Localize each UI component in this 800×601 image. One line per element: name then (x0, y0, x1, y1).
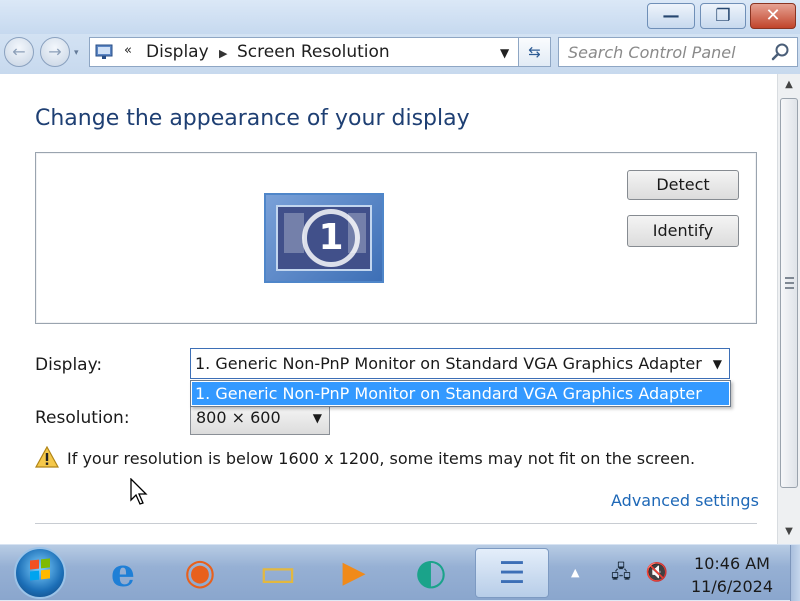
taskbar-firefox[interactable]: ◉ (167, 548, 233, 598)
volume-muted-icon[interactable]: 🔇 (643, 560, 671, 586)
maximize-button[interactable]: ❐ (700, 3, 746, 29)
media-player-icon: ▶ (342, 555, 366, 590)
refresh-button[interactable]: ⇆ (519, 37, 551, 67)
taskbar: e ◉ ▭ ▶ ◐ ☰ ▲ 🖧 🔇 10:46 AM 11/6/2024 (0, 544, 800, 601)
page-title: Change the appearance of your display (35, 106, 470, 131)
breadcrumb-display[interactable]: Display (146, 42, 209, 62)
clock-time[interactable]: 10:46 AM (684, 554, 780, 573)
control-panel-window: — ❐ ✕ ← → ▾ « Display ▶ Screen Resolutio… (0, 0, 800, 544)
search-box[interactable] (558, 37, 798, 67)
close-icon: ✕ (765, 5, 781, 26)
firefox-icon: ◉ (184, 552, 216, 593)
forward-arrow-icon: → (48, 42, 62, 61)
taskbar-windows-explorer[interactable]: ▭ (245, 548, 311, 598)
scroll-thumb[interactable] (780, 98, 798, 488)
display-option[interactable]: 1. Generic Non-PnP Monitor on Standard V… (192, 382, 729, 405)
maximize-icon: ❐ (715, 6, 731, 26)
chevron-down-icon: ▼ (312, 411, 322, 425)
taskbar-control-panel[interactable]: ☰ (475, 548, 549, 598)
show-hidden-icons-button[interactable]: ▲ (571, 566, 579, 579)
forward-button[interactable]: → (40, 37, 70, 67)
title-bar[interactable]: — ❐ ✕ (0, 0, 800, 34)
resolution-selected-value: 800 × 600 (196, 408, 281, 427)
divider (35, 523, 757, 524)
advanced-settings-link[interactable]: Advanced settings (611, 491, 759, 510)
control-panel-icon (95, 44, 113, 59)
taskbar-media-player[interactable]: ▶ (321, 548, 387, 598)
display-dropdown[interactable]: 1. Generic Non-PnP Monitor on Standard V… (190, 348, 730, 379)
breadcrumb-screen-resolution[interactable]: Screen Resolution (237, 42, 390, 62)
scroll-grip-icon (785, 277, 794, 289)
chevron-down-icon: ▼ (712, 357, 722, 371)
address-dropdown-icon[interactable]: ▼ (500, 46, 509, 60)
taskbar-internet-explorer[interactable]: e (90, 548, 156, 598)
scroll-up-icon[interactable]: ▲ (778, 74, 800, 96)
address-bar[interactable]: « Display ▶ Screen Resolution ▼ (89, 37, 519, 67)
scroll-down-icon[interactable]: ▼ (778, 521, 800, 543)
folder-icon: ▭ (259, 550, 297, 596)
resolution-label: Resolution: (35, 408, 130, 428)
photo-app-icon: ◐ (415, 552, 447, 593)
clock-date[interactable]: 11/6/2024 (684, 577, 780, 596)
monitor-arrangement-panel: 1 Detect Identify (35, 152, 757, 324)
search-input[interactable] (559, 38, 759, 66)
refresh-icon: ⇆ (528, 43, 541, 61)
monitor-1-tile[interactable]: 1 (264, 193, 384, 283)
identify-button[interactable]: Identify (627, 215, 739, 247)
show-desktop-button[interactable] (790, 545, 800, 601)
network-icon[interactable]: 🖧 (607, 560, 635, 586)
vertical-scrollbar[interactable]: ▲ ▼ (777, 74, 800, 544)
detect-button[interactable]: Detect (627, 170, 739, 200)
navigation-bar: ← → ▾ « Display ▶ Screen Resolution ▼ ⇆ (0, 34, 800, 74)
back-button[interactable]: ← (4, 37, 34, 67)
mouse-cursor-icon (130, 478, 148, 505)
taskbar-photo-app[interactable]: ◐ (398, 548, 464, 598)
display-label: Display: (35, 355, 103, 375)
close-button[interactable]: ✕ (750, 3, 796, 29)
search-icon[interactable] (771, 42, 791, 62)
resolution-dropdown[interactable]: 800 × 600 ▼ (190, 406, 330, 435)
minimize-button[interactable]: — (647, 3, 695, 29)
breadcrumb-separator-icon[interactable]: ▶ (219, 47, 227, 60)
windows-logo-icon (30, 558, 50, 581)
display-selected-value: 1. Generic Non-PnP Monitor on Standard V… (195, 354, 702, 373)
display-dropdown-list: 1. Generic Non-PnP Monitor on Standard V… (190, 380, 731, 407)
control-panel-icon: ☰ (498, 556, 526, 591)
warning-icon (35, 446, 59, 468)
overflow-chevron[interactable]: « (124, 43, 132, 58)
recent-pages-dropdown[interactable]: ▾ (74, 48, 79, 58)
resolution-warning: If your resolution is below 1600 x 1200,… (67, 449, 696, 468)
start-button[interactable] (14, 547, 66, 599)
monitor-screen: 1 (276, 205, 372, 271)
minimize-icon: — (662, 6, 680, 26)
back-arrow-icon: ← (12, 42, 26, 61)
internet-explorer-icon: e (110, 550, 136, 595)
monitor-number: 1 (302, 209, 360, 267)
